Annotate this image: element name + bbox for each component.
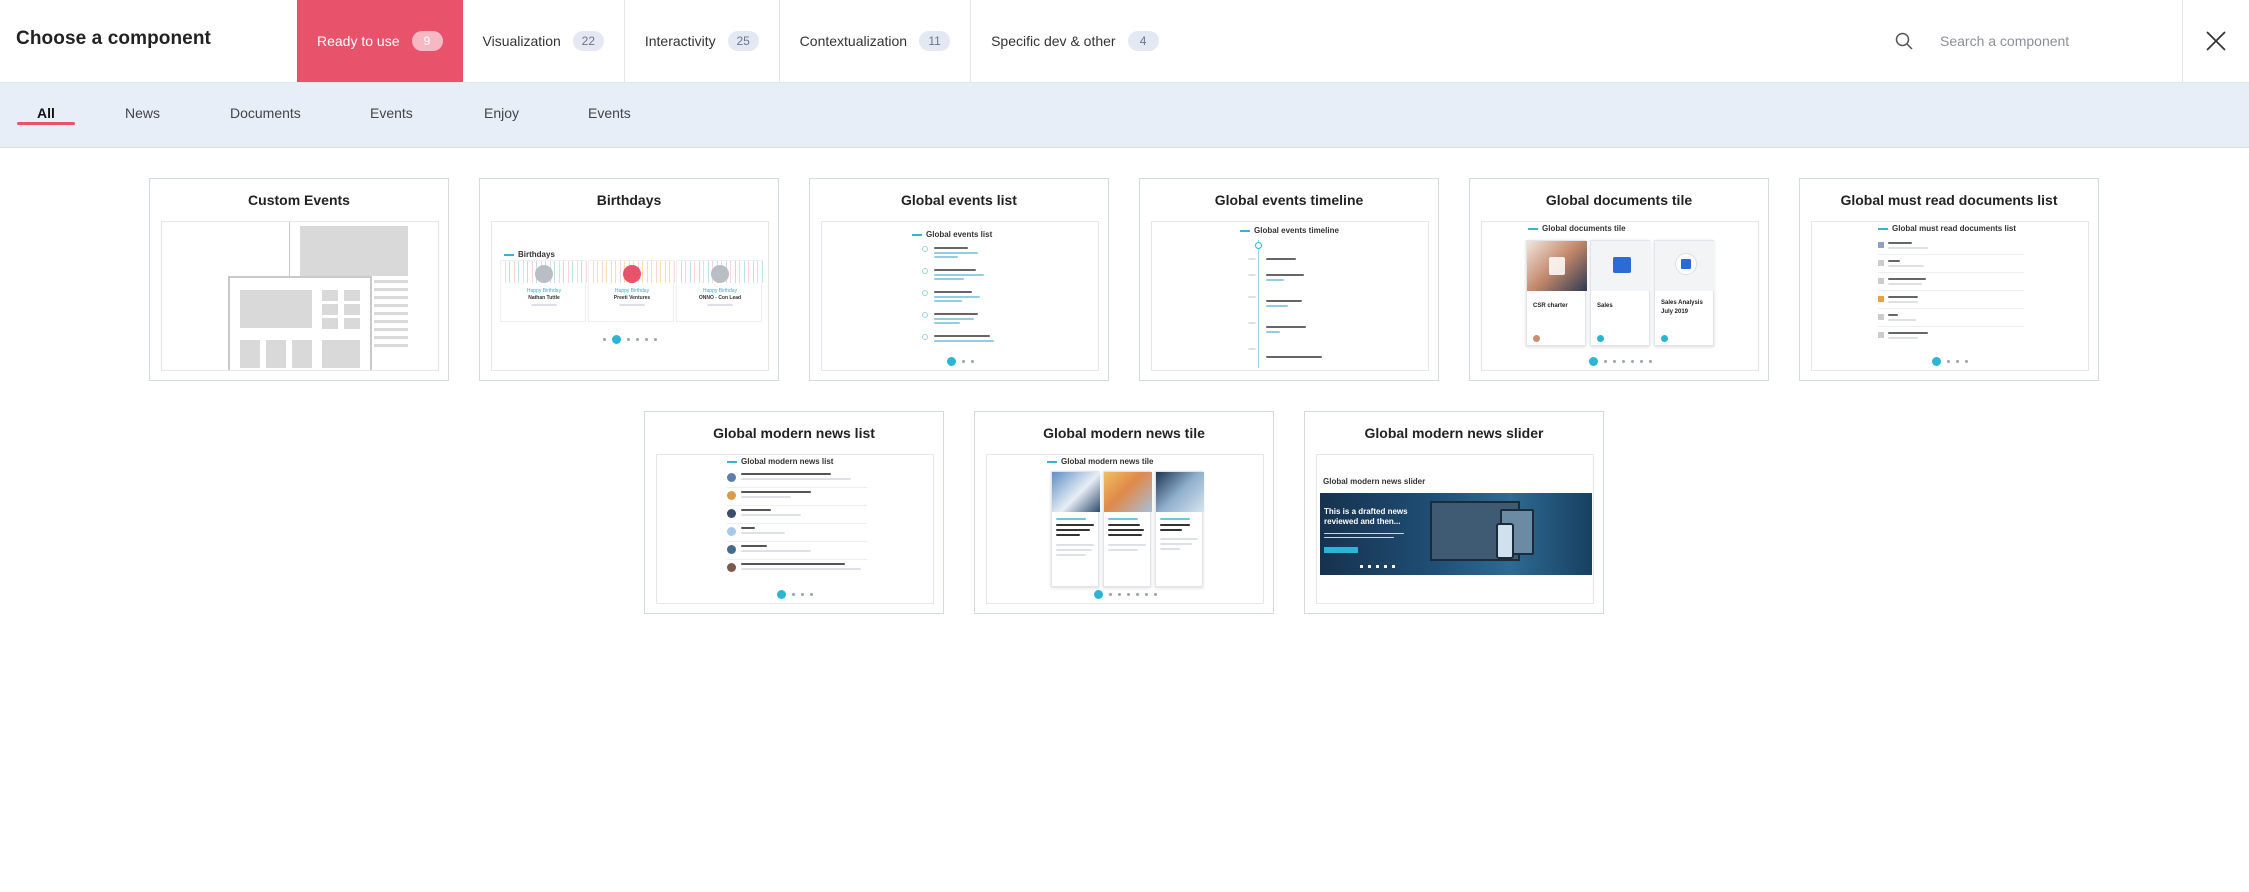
tab-ready-to-use[interactable]: Ready to use 9 <box>297 0 463 82</box>
timeline-axis <box>1258 240 1259 368</box>
card-preview: Birthdays Happy Birthday Nathan Tuttle H… <box>491 221 769 371</box>
close-button[interactable] <box>2182 0 2249 82</box>
page-title: Choose a component <box>16 28 211 49</box>
tab-interactivity[interactable]: Interactivity 25 <box>625 0 780 82</box>
tab-label: Ready to use <box>317 33 400 49</box>
preview-title: Global events timeline <box>1254 226 1339 235</box>
top-bar: Choose a component Ready to use 9 Visual… <box>0 0 2249 83</box>
component-card-global-modern-news-tile[interactable]: Global modern news tile Global modern ne… <box>974 411 1274 614</box>
filter-documents[interactable]: Documents <box>230 105 301 121</box>
preview-title: Birthdays <box>518 250 555 259</box>
preview-title: Global modern news slider <box>1323 477 1426 486</box>
tab-count-badge: 4 <box>1127 31 1159 51</box>
tab-count-badge: 9 <box>411 31 443 51</box>
tile-title: Sales <box>1597 303 1613 309</box>
preview-title: Global modern news list <box>741 457 834 466</box>
person-name: ONNO - Con Lead <box>698 295 742 301</box>
card-title: Global modern news slider <box>1364 425 1544 441</box>
preview-title: Global modern news tile <box>1061 457 1154 466</box>
active-filter-underline <box>17 122 75 125</box>
card-preview <box>161 221 439 371</box>
news-tile <box>1103 471 1152 587</box>
card-title: Global events list <box>901 192 1017 208</box>
tab-label: Visualization <box>482 33 561 49</box>
carousel-dots <box>1812 357 2088 366</box>
greeting: Happy Birthday <box>702 288 738 294</box>
component-card-global-events-timeline[interactable]: Global events timeline Global events tim… <box>1139 178 1439 381</box>
tab-visualization[interactable]: Visualization 22 <box>463 0 625 82</box>
card-preview: Global modern news list <box>656 454 934 604</box>
carousel-dots <box>492 335 768 344</box>
document-tile: Sales <box>1590 240 1651 346</box>
component-card-global-must-read-documents-list[interactable]: Global must read documents list Global m… <box>1799 178 2099 381</box>
preview-title: Global events list <box>926 230 993 239</box>
card-title: Global modern news list <box>713 425 875 441</box>
card-title: Global documents tile <box>1545 192 1693 208</box>
card-preview: Global events timeline <box>1151 221 1429 371</box>
carousel-dots <box>1482 357 1758 366</box>
card-preview: Global modern news slider This is a draf… <box>1316 454 1594 604</box>
news-tile <box>1051 471 1100 587</box>
component-card-global-documents-tile[interactable]: Global documents tile Global documents t… <box>1469 178 1769 381</box>
tab-label: Specific dev & other <box>991 33 1116 49</box>
filter-all[interactable]: All <box>37 105 55 121</box>
tab-count-badge: 22 <box>572 31 604 51</box>
filter-bar: All News Documents Events Enjoy Events <box>0 83 2249 148</box>
tab-label: Contextualization <box>799 33 908 49</box>
tile-title: CSR charter <box>1533 303 1568 309</box>
news-slide: This is a drafted news reviewed and then… <box>1320 493 1592 575</box>
component-card-custom-events[interactable]: Custom Events <box>149 178 449 381</box>
news-list <box>727 471 867 591</box>
filter-events-2[interactable]: Events <box>588 105 631 121</box>
preview-title: Global documents tile <box>1542 224 1626 233</box>
card-title: Birthdays <box>596 192 662 208</box>
card-title: Global must read documents list <box>1840 192 2058 208</box>
tab-contextualization[interactable]: Contextualization 11 <box>780 0 972 82</box>
tab-count-badge: 25 <box>727 31 759 51</box>
birthday-card: Happy Birthday Nathan Tuttle <box>500 260 587 322</box>
card-preview: Global must read documents list <box>1811 221 2089 371</box>
search-box <box>1880 0 2180 82</box>
filter-events[interactable]: Events <box>370 105 413 121</box>
filter-enjoy[interactable]: Enjoy <box>484 105 519 121</box>
search-icon <box>1895 32 1913 50</box>
component-card-global-modern-news-slider[interactable]: Global modern news slider Global modern … <box>1304 411 1604 614</box>
birthday-card: Happy Birthday ONNO - Con Lead <box>676 260 763 322</box>
tab-specific-dev[interactable]: Specific dev & other 4 <box>971 0 1179 82</box>
birthday-card: Happy Birthday Preeti Ventures <box>588 260 675 322</box>
person-name: Preeti Ventures <box>613 295 651 301</box>
greeting: Happy Birthday <box>526 288 562 294</box>
document-tile: CSR charter <box>1526 240 1587 346</box>
carousel-dots <box>657 590 933 599</box>
card-title: Global modern news tile <box>1043 425 1205 441</box>
component-card-global-events-list[interactable]: Global events list Global events list <box>809 178 1109 381</box>
event-list <box>922 246 1082 351</box>
category-tabs: Ready to use 9 Visualization 22 Interact… <box>297 0 1179 82</box>
card-title: Custom Events <box>248 192 350 208</box>
card-preview: Global documents tile CSR charter Sales … <box>1481 221 1759 371</box>
person-name: Nathan Tuttle <box>528 295 560 301</box>
card-preview: Global events list <box>821 221 1099 371</box>
component-card-birthdays[interactable]: Birthdays Birthdays Happy Birthday Natha… <box>479 178 779 381</box>
card-title: Global events timeline <box>1214 192 1364 208</box>
card-preview: Global modern news tile <box>986 454 1264 604</box>
document-tile: Sales Analysis July 2019 <box>1654 240 1715 346</box>
component-card-global-modern-news-list[interactable]: Global modern news list Global modern ne… <box>644 411 944 614</box>
tile-title: Sales Analysis July 2019 <box>1661 300 1703 315</box>
close-icon <box>2206 31 2226 51</box>
preview-title: Global must read documents list <box>1892 224 2017 233</box>
news-tile <box>1155 471 1204 587</box>
search-input[interactable] <box>1940 33 2170 49</box>
document-list <box>1878 238 2024 356</box>
carousel-dots <box>822 357 1098 366</box>
carousel-dots <box>987 590 1263 599</box>
tab-count-badge: 11 <box>919 31 951 51</box>
greeting: Happy Birthday <box>614 288 650 294</box>
tab-label: Interactivity <box>644 33 716 49</box>
filter-news[interactable]: News <box>125 105 160 121</box>
slide-headline: This is a drafted news reviewed and then… <box>1324 507 1408 526</box>
